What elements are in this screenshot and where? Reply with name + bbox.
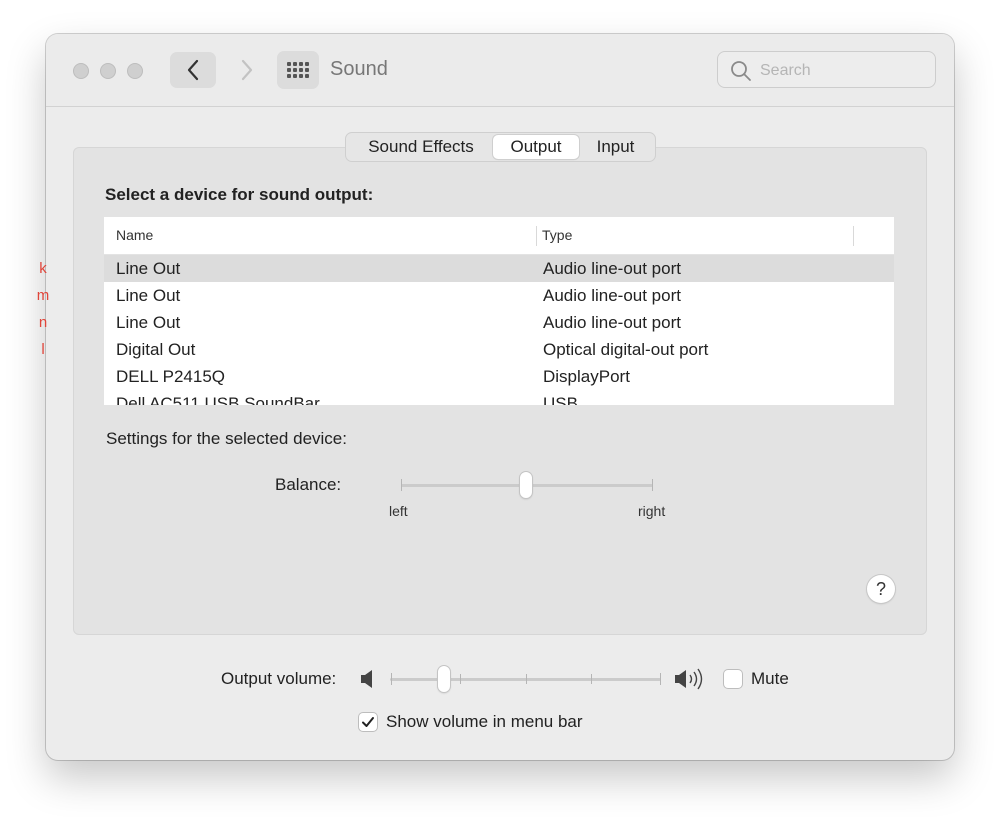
- table-row[interactable]: DELL P2415Q DisplayPort: [104, 363, 894, 390]
- help-button[interactable]: ?: [867, 575, 895, 603]
- slider-tick: [391, 673, 392, 685]
- balance-left-label: left: [389, 503, 408, 519]
- checkmark-icon: [362, 717, 374, 727]
- device-name: Digital Out: [116, 340, 196, 359]
- row-key-marker: m: [36, 287, 50, 304]
- table-row[interactable]: Line Out Audio line-out port: [104, 309, 894, 336]
- row-key-marker: n: [38, 314, 48, 331]
- device-type: Audio line-out port: [543, 313, 681, 332]
- column-header-name[interactable]: Name: [116, 227, 153, 243]
- search-input[interactable]: [758, 59, 932, 83]
- back-button[interactable]: [170, 52, 216, 88]
- slider-tick: [526, 674, 527, 684]
- output-volume-label: Output volume:: [221, 669, 337, 688]
- device-type: Audio line-out port: [543, 259, 681, 278]
- search-field[interactable]: [717, 51, 936, 88]
- device-name: Dell AC511 USB SoundBar: [116, 394, 320, 405]
- show-volume-in-menu-bar-label: Show volume in menu bar: [386, 712, 583, 731]
- show-all-button[interactable]: [277, 51, 319, 89]
- slider-tick: [401, 479, 402, 491]
- column-divider: [536, 226, 537, 246]
- tab-bar: Sound Effects Output Input: [345, 132, 656, 162]
- row-key-marker: l: [41, 341, 45, 358]
- device-type: Audio line-out port: [543, 286, 681, 305]
- device-type: Optical digital-out port: [543, 340, 709, 359]
- chevron-right-icon: [241, 59, 253, 81]
- search-icon: [731, 61, 751, 81]
- chevron-left-icon: [187, 59, 199, 81]
- device-type: DisplayPort: [543, 367, 630, 386]
- table-row[interactable]: Line Out Audio line-out port: [104, 282, 894, 309]
- minimize-window-button[interactable]: [100, 63, 116, 79]
- volume-slider-thumb[interactable]: [438, 666, 450, 692]
- zoom-window-button[interactable]: [127, 63, 143, 79]
- device-type: USB: [543, 394, 578, 405]
- show-volume-in-menu-bar-checkbox[interactable]: [359, 713, 377, 731]
- column-header-type[interactable]: Type: [542, 227, 572, 243]
- device-name: Line Out: [116, 286, 181, 305]
- device-name: Line Out: [116, 313, 181, 332]
- table-row[interactable]: Dell AC511 USB SoundBar USB: [104, 390, 894, 405]
- slider-tick: [652, 479, 653, 491]
- window-title: Sound: [330, 58, 388, 80]
- grid-icon: [287, 62, 309, 78]
- forward-button[interactable]: [224, 52, 270, 88]
- device-settings-label: Settings for the selected device:: [106, 429, 347, 448]
- balance-slider-thumb[interactable]: [520, 472, 532, 498]
- mute-checkbox[interactable]: [724, 670, 742, 688]
- table-header: Name Type: [104, 217, 894, 255]
- title-bar: Sound: [46, 34, 954, 107]
- balance-right-label: right: [638, 503, 666, 519]
- sound-preferences-window: Sound Sound Effects Output Input Select …: [46, 34, 954, 760]
- output-device-heading: Select a device for sound output:: [105, 185, 374, 204]
- slider-tick: [591, 674, 592, 684]
- column-divider: [853, 226, 854, 246]
- table-row[interactable]: Digital Out Optical digital-out port: [104, 336, 894, 363]
- speaker-low-icon: [361, 670, 372, 688]
- mute-label: Mute: [751, 669, 789, 688]
- balance-label: Balance:: [275, 475, 342, 494]
- row-key-marker: k: [39, 260, 47, 277]
- tab-sound-effects[interactable]: Sound Effects: [349, 135, 493, 159]
- slider-tick: [460, 674, 461, 684]
- close-window-button[interactable]: [73, 63, 89, 79]
- table-row[interactable]: Line Out Audio line-out port: [104, 255, 894, 282]
- device-name: DELL P2415Q: [116, 367, 225, 386]
- output-device-table[interactable]: Name Type Line Out Audio line-out port L…: [104, 217, 894, 405]
- tab-input[interactable]: Input: [579, 135, 652, 159]
- device-name: Line Out: [116, 259, 181, 278]
- slider-tick: [660, 673, 661, 685]
- tab-output[interactable]: Output: [493, 135, 579, 159]
- speaker-high-icon: [675, 668, 703, 690]
